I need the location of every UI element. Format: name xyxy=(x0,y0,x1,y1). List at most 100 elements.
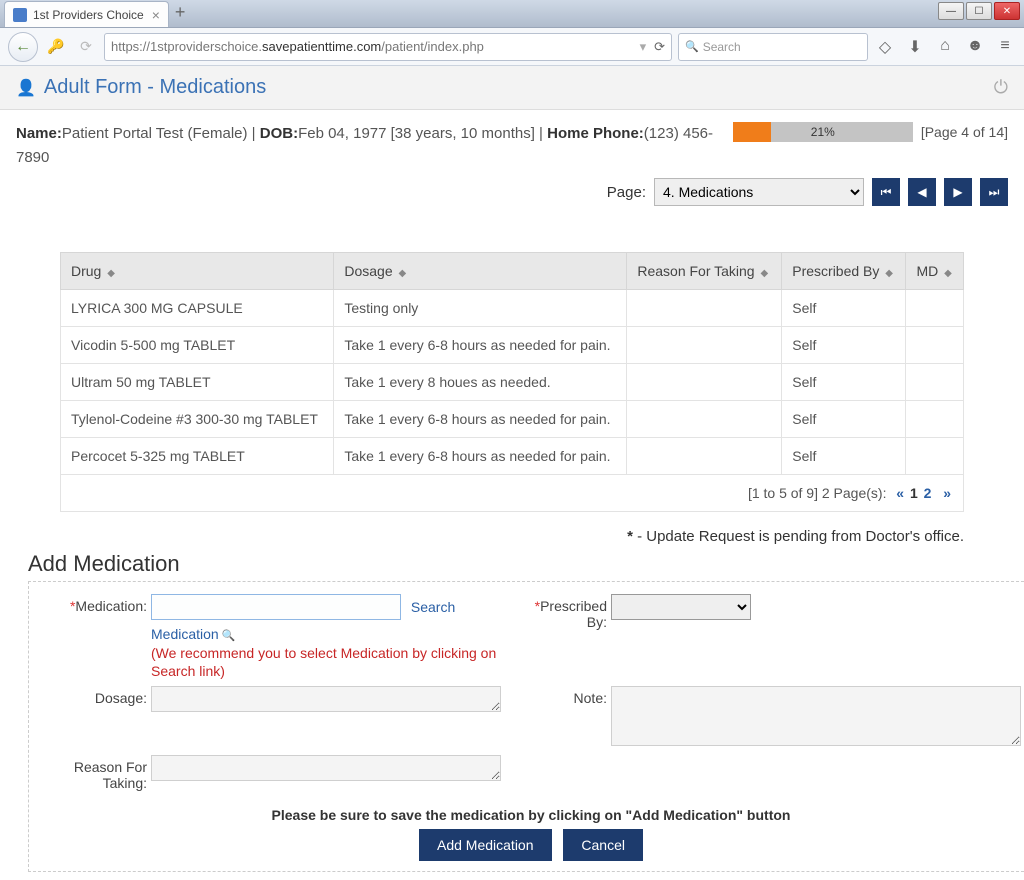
medications-table: Drug ◆Dosage ◆Reason For Taking ◆Prescri… xyxy=(60,252,964,475)
pending-text: - Update Request is pending from Doctor'… xyxy=(633,528,964,545)
table-row: Tylenol-Codeine #3 300-30 mg TABLETTake … xyxy=(61,401,964,438)
search-bar[interactable]: Search xyxy=(678,33,868,61)
cell-md xyxy=(906,364,964,401)
new-tab-button[interactable]: + xyxy=(175,2,186,27)
col-2[interactable]: Reason For Taking ◆ xyxy=(627,253,782,290)
table-footer: [1 to 5 of 9] 2 Page(s): « 1 2 » xyxy=(60,475,964,512)
dosage-input[interactable] xyxy=(151,686,501,712)
prescribed-by-label: Prescribed By: xyxy=(540,598,607,630)
col-0[interactable]: Drug ◆ xyxy=(61,253,334,290)
search-placeholder: Search xyxy=(703,40,741,54)
power-icon[interactable]: ⏻ xyxy=(994,77,1008,98)
reload-icon[interactable]: ⟳ xyxy=(654,39,665,55)
medication-label: Medication: xyxy=(75,598,147,614)
dob-value: Feb 04, 1977 [38 years, 10 months] | xyxy=(298,125,547,142)
name-value: Patient Portal Test (Female) | xyxy=(62,125,260,142)
patient-info: Name:Patient Portal Test (Female) | DOB:… xyxy=(16,122,733,170)
page-content: 👤 Adult Form - Medications ⏻ Name:Patien… xyxy=(0,66,1024,880)
cell-reason xyxy=(627,438,782,475)
back-button[interactable] xyxy=(8,32,38,62)
dosage-label: Dosage: xyxy=(95,690,147,706)
cell-drug: Vicodin 5-500 mg TABLET xyxy=(61,327,334,364)
note-input[interactable] xyxy=(611,686,1021,746)
page-next-link[interactable]: » xyxy=(943,485,951,501)
tab-close-icon[interactable]: × xyxy=(152,7,160,23)
browser-tabbar: 1st Providers Choice × + — ☐ ✕ xyxy=(0,0,1024,28)
browser-tab[interactable]: 1st Providers Choice × xyxy=(4,1,169,27)
add-medication-form: *Medication: Search Medication (We recom… xyxy=(28,581,1024,872)
minimize-button[interactable]: — xyxy=(938,2,964,20)
cell-drug: Ultram 50 mg TABLET xyxy=(61,364,334,401)
col-3[interactable]: Prescribed By ◆ xyxy=(782,253,906,290)
table-row: Ultram 50 mg TABLETTake 1 every 8 houes … xyxy=(61,364,964,401)
cell-by: Self xyxy=(782,401,906,438)
cell-md xyxy=(906,290,964,327)
cell-md xyxy=(906,438,964,475)
page-titlebar: 👤 Adult Form - Medications ⏻ xyxy=(0,66,1024,110)
cell-drug: Tylenol-Codeine #3 300-30 mg TABLET xyxy=(61,401,334,438)
chat-icon[interactable]: ☻ xyxy=(964,37,986,57)
prescribed-by-select[interactable] xyxy=(611,594,751,620)
cell-drug: LYRICA 300 MG CAPSULE xyxy=(61,290,334,327)
page-prev-link[interactable]: « xyxy=(896,485,904,501)
cancel-button[interactable]: Cancel xyxy=(563,829,643,861)
page-2-link[interactable]: 2 xyxy=(924,485,932,501)
nav-first-button[interactable]: ⏮ xyxy=(872,178,900,206)
table-row: Vicodin 5-500 mg TABLETTake 1 every 6-8 … xyxy=(61,327,964,364)
url-pre: https://1stproviderschoice. xyxy=(111,39,262,54)
cell-drug: Percocet 5-325 mg TABLET xyxy=(61,438,334,475)
window-controls: — ☐ ✕ xyxy=(938,2,1020,20)
name-label: Name: xyxy=(16,125,62,142)
cell-md xyxy=(906,401,964,438)
page-select-label: Page: xyxy=(607,184,646,201)
reason-input[interactable] xyxy=(151,755,501,781)
user-icon: 👤 xyxy=(16,78,36,98)
nav-next-button[interactable]: ▶ xyxy=(944,178,972,206)
col-1[interactable]: Dosage ◆ xyxy=(334,253,627,290)
cell-dosage: Testing only xyxy=(334,290,627,327)
identity-icon[interactable]: 🔑 xyxy=(44,35,68,59)
page-select[interactable]: 4. Medications xyxy=(654,178,864,206)
add-medication-button[interactable]: Add Medication xyxy=(419,829,552,861)
pocket-icon[interactable]: ◇ xyxy=(874,37,896,57)
reason-label: Reason For Taking: xyxy=(74,759,147,791)
note-label: Note: xyxy=(574,690,607,706)
cell-dosage: Take 1 every 6-8 hours as needed for pai… xyxy=(334,438,627,475)
downloads-icon[interactable]: ⬇ xyxy=(904,37,926,57)
close-window-button[interactable]: ✕ xyxy=(994,2,1020,20)
favicon-icon xyxy=(13,8,27,22)
medication-input[interactable] xyxy=(151,594,401,620)
url-post: /patient/index.php xyxy=(381,39,484,54)
cell-by: Self xyxy=(782,327,906,364)
nav-prev-button[interactable]: ◀ xyxy=(908,178,936,206)
progress-percent: 21% xyxy=(733,122,913,142)
cell-reason xyxy=(627,401,782,438)
url-bar[interactable]: https://1stproviderschoice.savepatientti… xyxy=(104,33,672,61)
table-row: LYRICA 300 MG CAPSULETesting only Self xyxy=(61,290,964,327)
col-4[interactable]: MD ◆ xyxy=(906,253,964,290)
tab-title: 1st Providers Choice xyxy=(33,8,144,22)
cell-by: Self xyxy=(782,364,906,401)
medication-lookup-link[interactable]: Medication xyxy=(151,626,235,642)
maximize-button[interactable]: ☐ xyxy=(966,2,992,20)
reload-icon-left[interactable]: ⟳ xyxy=(74,35,98,59)
cell-by: Self xyxy=(782,438,906,475)
dob-label: DOB: xyxy=(260,125,298,142)
cell-dosage: Take 1 every 6-8 hours as needed for pai… xyxy=(334,327,627,364)
medication-search-link[interactable]: Search xyxy=(411,599,455,615)
pending-note: * - Update Request is pending from Docto… xyxy=(0,512,1024,551)
browser-toolbar: 🔑 ⟳ https://1stproviderschoice.savepatie… xyxy=(0,28,1024,66)
page-indicator: [Page 4 of 14] xyxy=(921,124,1008,140)
cell-by: Self xyxy=(782,290,906,327)
nav-last-button[interactable]: ⏭ xyxy=(980,178,1008,206)
cell-md xyxy=(906,327,964,364)
page-title: Adult Form - Medications xyxy=(44,76,266,99)
progress-bar: 21% xyxy=(733,122,913,142)
cell-reason xyxy=(627,327,782,364)
home-icon[interactable]: ⌂ xyxy=(934,37,956,57)
table-range: [1 to 5 of 9] 2 Page(s): xyxy=(748,485,887,501)
url-dropdown-icon[interactable]: ▾ xyxy=(640,39,647,55)
menu-icon[interactable]: ≡ xyxy=(994,37,1016,57)
save-hint: Please be sure to save the medication by… xyxy=(41,797,1021,829)
phone-label: Home Phone: xyxy=(547,125,644,142)
